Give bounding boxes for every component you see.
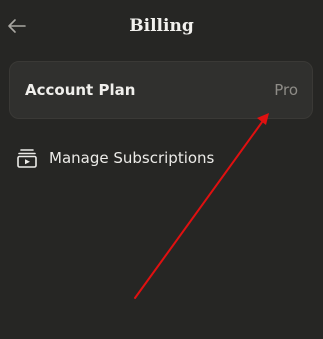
manage-subscriptions-button[interactable]: Manage Subscriptions (15, 144, 305, 172)
account-plan-value: Pro (274, 81, 298, 99)
header: Billing (0, 0, 323, 54)
account-plan-label: Account Plan (25, 81, 136, 99)
subscriptions-icon (15, 146, 39, 170)
page-title: Billing (129, 16, 194, 36)
manage-subscriptions-label: Manage Subscriptions (49, 149, 215, 167)
account-plan-card: Account Plan Pro (9, 61, 313, 119)
